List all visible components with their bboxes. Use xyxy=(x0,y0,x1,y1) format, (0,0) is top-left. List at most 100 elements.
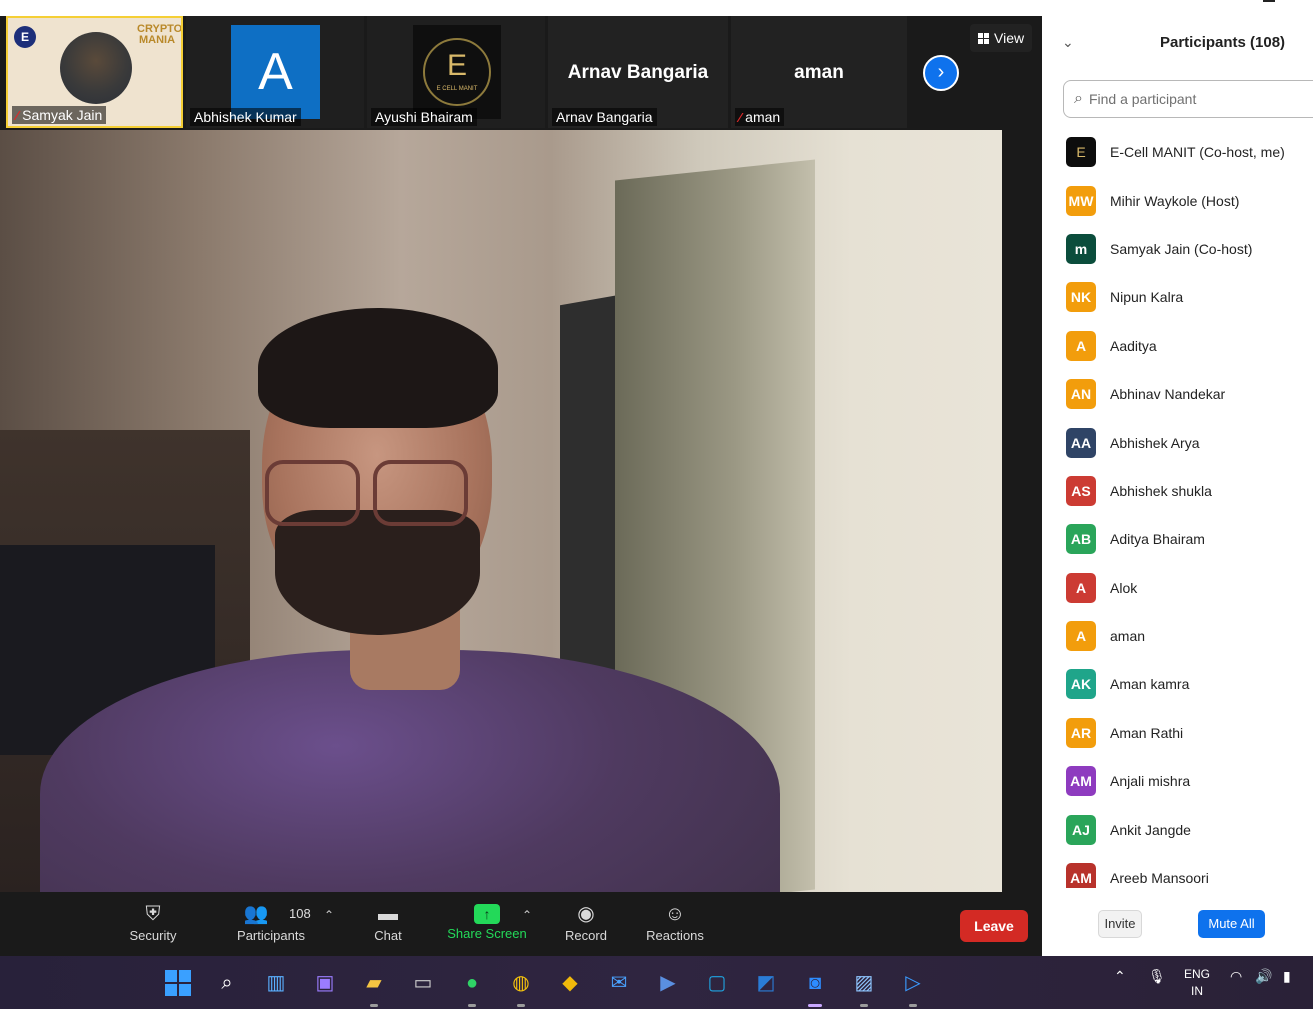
photos-icon[interactable]: ▨ xyxy=(849,968,879,1007)
video-tile-arnav-bangaria[interactable]: Arnav Bangaria Arnav Bangaria xyxy=(548,16,728,128)
avatar: AM xyxy=(1066,766,1096,797)
participant-name: Areeb Mansoori xyxy=(1110,870,1209,887)
microphone-icon[interactable]: 🎙 xyxy=(1148,968,1166,985)
participant-row[interactable]: NK Nipun Kalra xyxy=(1042,273,1313,321)
powershell-icon[interactable]: ▶ xyxy=(653,968,683,998)
video-tile-ayushi-bhairam[interactable]: E E CELL MANIT Ayushi Bhairam xyxy=(367,16,545,128)
record-button[interactable]: ◉ Record xyxy=(541,900,631,954)
video-tile-aman[interactable]: aman ⁄ aman xyxy=(731,16,907,128)
ecell-logo: E E CELL MANIT xyxy=(413,25,501,119)
panel-footer: Invite Mute All xyxy=(1042,906,1313,946)
participant-row[interactable]: A Aaditya xyxy=(1042,322,1313,370)
participant-row[interactable]: AJ Ankit Jangde xyxy=(1042,805,1313,853)
start-button[interactable] xyxy=(163,968,193,998)
participant-row[interactable]: AB Aditya Bhairam xyxy=(1042,515,1313,563)
windows-taskbar: ⌕ ▥ ▣ ▰ ▭ ● ◍ ◆ ✉ ▶ ▢ ◩ ◙ ▨ ▷ ⌃ 🎙 ENG IN… xyxy=(0,956,1313,1009)
file-explorer-icon[interactable]: ▰ xyxy=(359,968,389,1007)
avatar: AK xyxy=(1066,669,1096,700)
media-player-icon[interactable]: ▷ xyxy=(898,968,928,1007)
participant-name: Mihir Waykole (Host) xyxy=(1110,192,1240,209)
participant-row[interactable]: E E-Cell MANIT (Co-host, me) xyxy=(1042,128,1313,176)
record-label: Record xyxy=(565,928,607,943)
chrome-icon[interactable]: ◍ xyxy=(506,968,536,1007)
reaction-icon: ☺ xyxy=(664,903,686,925)
terminal-icon[interactable]: ▭ xyxy=(408,968,438,998)
share-screen-button[interactable]: ↑ Share Screen xyxy=(442,900,532,954)
volume-icon[interactable]: 🔊 xyxy=(1255,968,1272,985)
mic-muted-icon: ⁄ xyxy=(739,109,742,125)
prime-video-icon[interactable]: ▢ xyxy=(702,968,732,998)
participant-row[interactable]: AA Abhishek Arya xyxy=(1042,418,1313,466)
search-icon[interactable]: ⌕ xyxy=(212,968,242,998)
participant-row[interactable]: AR Aman Rathi xyxy=(1042,709,1313,757)
avatar: AN xyxy=(1066,379,1096,410)
participant-name: Aman Rathi xyxy=(1110,724,1184,741)
participant-search: ⌕ xyxy=(1063,80,1313,118)
search-input[interactable] xyxy=(1088,91,1289,107)
video-tile-samyak-jain[interactable]: E CRYPTO MANIA ⁄ Samyak Jain xyxy=(6,16,183,128)
language-indicator[interactable]: ENG IN xyxy=(1184,966,1210,1000)
chevron-up-icon[interactable]: ⌃ xyxy=(1114,968,1126,985)
participant-row[interactable]: Aaman xyxy=(1042,612,1313,660)
participant-row[interactable]: A Alok xyxy=(1042,564,1313,612)
invite-button[interactable]: Invite xyxy=(1098,910,1142,938)
avatar: NK xyxy=(1066,282,1096,313)
mic-muted-icon: ⁄ xyxy=(16,107,19,123)
participant-name: Alok xyxy=(1110,579,1138,596)
minimize-icon[interactable] xyxy=(1263,0,1275,2)
chevron-down-icon[interactable]: ⌄ xyxy=(1062,34,1074,51)
zoom-icon[interactable]: ◙ xyxy=(800,968,830,1007)
participants-caret-icon[interactable]: ⌃ xyxy=(324,908,334,922)
share-caret-icon[interactable]: ⌃ xyxy=(522,908,532,922)
next-page-button[interactable]: › xyxy=(923,55,959,91)
participant-video xyxy=(60,32,132,104)
participant-row[interactable]: AK Aman kamra xyxy=(1042,660,1313,708)
participant-list: E E-Cell MANIT (Co-host, me) MW Mihir Wayko… xyxy=(1042,128,1313,888)
participant-name: Aditya Bhairam xyxy=(1110,531,1205,548)
video-tile-abhishek-kumar[interactable]: A Abhishek Kumar xyxy=(186,16,364,128)
ecell-emblem: E xyxy=(14,26,36,48)
record-icon: ◉ xyxy=(577,903,595,925)
participant-name: aman xyxy=(1110,628,1146,645)
chat-button[interactable]: ▬ Chat xyxy=(343,900,433,954)
binance-icon[interactable]: ◆ xyxy=(555,968,585,998)
participant-name: Anjali mishra xyxy=(1110,773,1191,790)
outlook-icon[interactable]: ◩ xyxy=(751,968,781,998)
teams-chat-icon[interactable]: ▣ xyxy=(310,968,340,998)
participant-name: Nipun Kalra xyxy=(1110,289,1184,306)
avatar: E xyxy=(1066,137,1096,168)
wifi-icon[interactable]: ◠ xyxy=(1230,968,1242,985)
view-label: View xyxy=(994,30,1025,46)
security-button[interactable]: ⛨ Security xyxy=(108,900,198,954)
task-view-icon[interactable]: ▥ xyxy=(261,968,291,998)
avatar: A xyxy=(231,25,320,119)
participant-name: Abhinav Nandekar xyxy=(1110,386,1226,403)
participant-row[interactable]: AM Anjali mishra xyxy=(1042,757,1313,805)
participant-row[interactable]: AS Abhishek shukla xyxy=(1042,467,1313,515)
participants-panel: ⌄ Participants (108) ⌕ E E-Cell MANIT (Co… xyxy=(1042,16,1313,956)
avatar: A xyxy=(1066,621,1096,652)
participant-row[interactable]: AN Abhinav Nandekar xyxy=(1042,370,1313,418)
video-thumbnail-strip: E CRYPTO MANIA ⁄ Samyak Jain A Abhishek … xyxy=(0,16,1042,128)
active-speaker-video xyxy=(0,130,1002,892)
participant-row[interactable]: MW Mihir Waykole (Host) xyxy=(1042,176,1313,224)
grid-view-icon xyxy=(978,32,989,44)
whatsapp-icon[interactable]: ● xyxy=(457,968,487,1007)
chat-bubble-icon: ▬ xyxy=(378,903,398,925)
mute-all-button[interactable]: Mute All xyxy=(1198,910,1265,938)
view-button[interactable]: View xyxy=(970,24,1032,52)
panel-title: Participants (108) xyxy=(1160,34,1286,51)
reactions-button[interactable]: ☺ Reactions xyxy=(630,900,720,954)
mail-icon[interactable]: ✉ xyxy=(604,968,634,998)
tile-name-label: ⁄ aman xyxy=(735,108,785,126)
reactions-label: Reactions xyxy=(646,928,704,943)
crypto-mania-banner: CRYPTO MANIA xyxy=(137,23,183,46)
participant-row[interactable]: AM Areeb Mansoori xyxy=(1042,854,1313,888)
battery-icon[interactable]: ▮ xyxy=(1283,968,1291,985)
avatar: AJ xyxy=(1066,814,1096,845)
leave-button[interactable]: Leave xyxy=(960,910,1028,942)
language-code: ENG xyxy=(1184,967,1211,981)
tile-name: Samyak Jain xyxy=(22,107,103,123)
share-screen-icon: ↑ xyxy=(474,904,500,924)
participant-row[interactable]: m Samyak Jain (Co-host) xyxy=(1042,225,1313,273)
